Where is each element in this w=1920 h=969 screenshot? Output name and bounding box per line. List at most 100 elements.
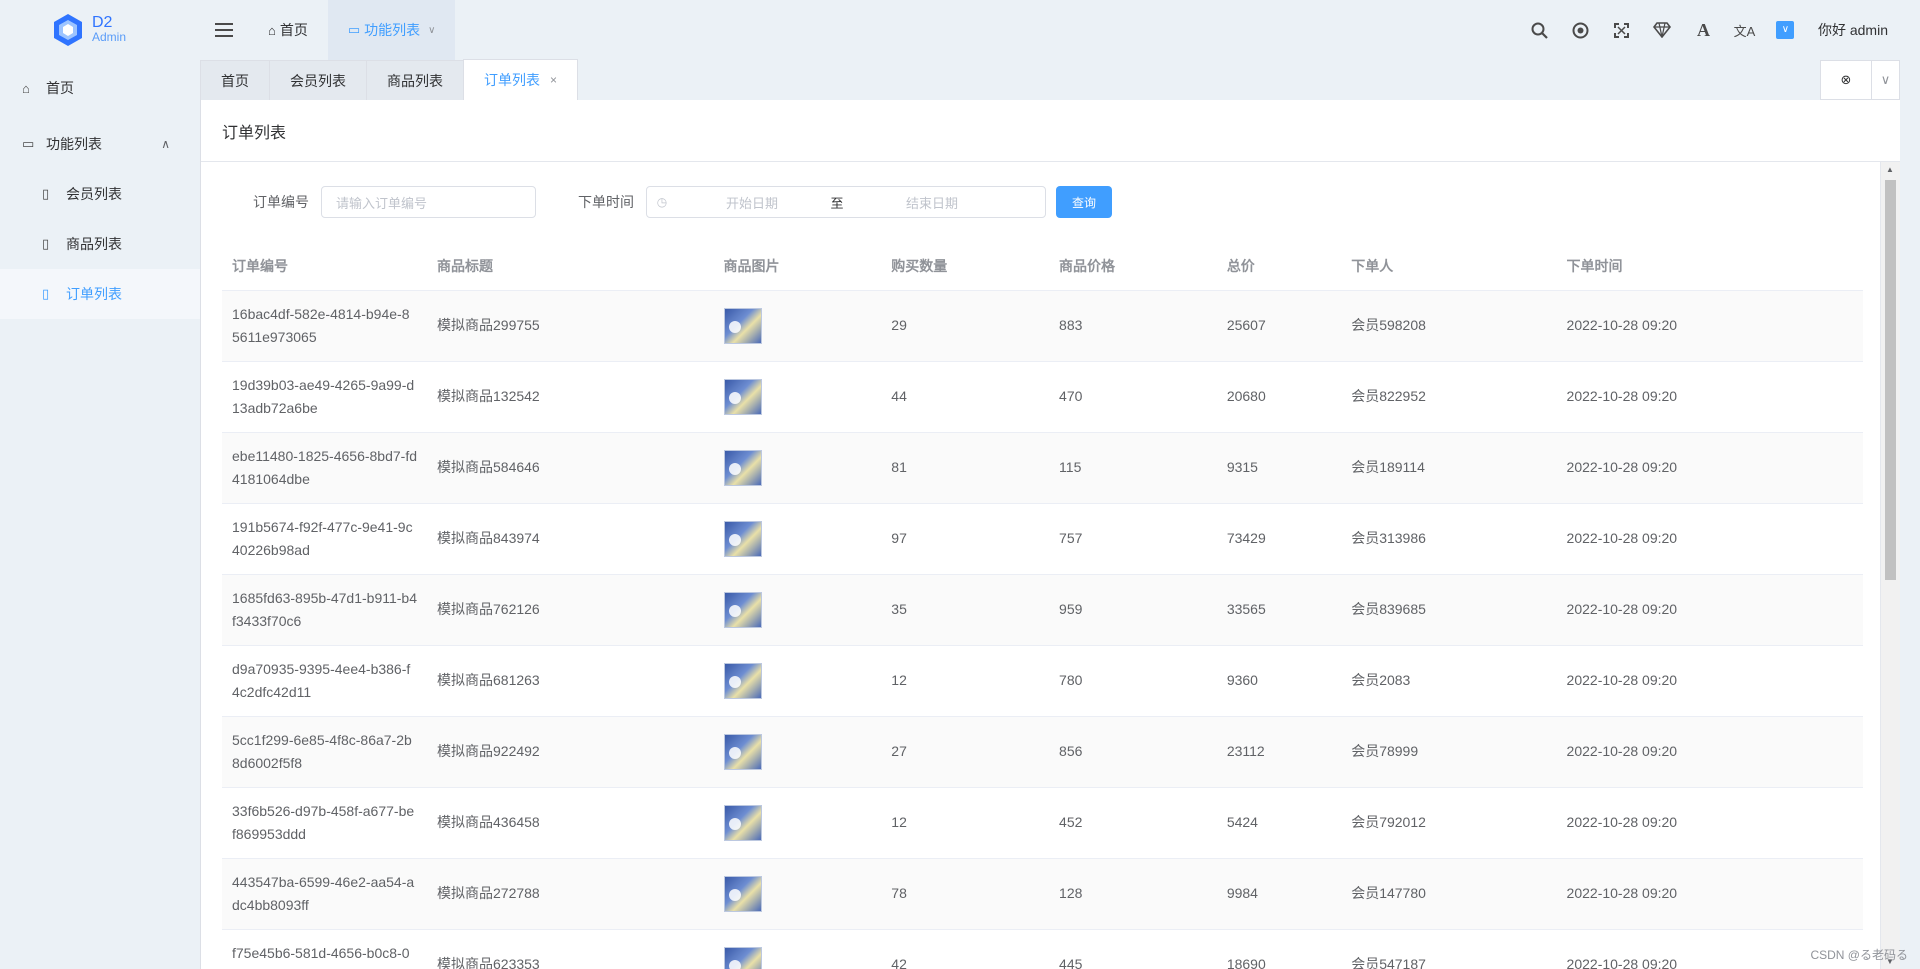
tab-orders[interactable]: 订单列表 × — [463, 59, 579, 100]
start-date-input[interactable]: 开始日期 — [677, 193, 827, 212]
order-id-label: 订单编号 — [253, 194, 309, 210]
cell-price: 883 — [1049, 290, 1217, 362]
cell-product-title: 模拟商品623353 — [427, 929, 714, 969]
product-thumbnail[interactable] — [723, 662, 762, 699]
cell-customer: 会员189114 — [1341, 432, 1557, 504]
end-date-input[interactable]: 结束日期 — [847, 193, 1017, 212]
cell-price: 445 — [1049, 929, 1217, 969]
logo-title: D2 — [92, 14, 113, 31]
close-all-icon[interactable]: ⊗ — [1821, 61, 1871, 99]
cell-product-title: 模拟商品922492 — [427, 716, 714, 788]
col-product-title[interactable]: 商品标题 — [427, 242, 714, 291]
product-thumbnail[interactable] — [723, 307, 762, 344]
col-order-id[interactable]: 订单编号 — [222, 242, 427, 291]
col-price[interactable]: 商品价格 — [1049, 242, 1217, 291]
tab-home[interactable]: 首页 — [200, 60, 270, 100]
date-range-picker[interactable]: ◷ 开始日期 至 结束日期 — [646, 186, 1046, 218]
col-customer[interactable]: 下单人 — [1341, 242, 1557, 291]
color-picker-icon[interactable]: ∨ — [1765, 0, 1806, 60]
topnav-home[interactable]: ⌂ 首页 — [248, 0, 328, 60]
sidebar-item-label: 订单列表 — [66, 286, 122, 302]
table-row[interactable]: f75e45b6-581d-4656-b0c8-0e模拟商品623353 4244… — [222, 929, 1863, 969]
sidebar-item-members[interactable]: ▯ 会员列表 — [0, 169, 200, 219]
cell-customer: 会员313986 — [1341, 503, 1557, 575]
table-row[interactable]: 16bac4df-582e-4814-b94e-85611e973065 模拟商品… — [222, 290, 1863, 362]
sidebar-item-products[interactable]: ▯ 商品列表 — [0, 219, 200, 269]
search-icon[interactable] — [1519, 0, 1560, 60]
product-thumbnail[interactable] — [723, 449, 762, 486]
table-row[interactable]: d9a70935-9395-4ee4-b386-f4c2dfc42d11 模拟商品… — [222, 645, 1863, 717]
fullscreen-icon[interactable] — [1601, 0, 1642, 60]
cell-customer: 会员147780 — [1341, 858, 1557, 930]
cell-customer: 会员822952 — [1341, 361, 1557, 433]
table-row[interactable]: 443547ba-6599-46e2-aa54-adc4bb8093ff 模拟商品… — [222, 858, 1863, 930]
cell-order-id: 1685fd63-895b-47d1-b911-b4f3433f70c6 — [222, 574, 427, 646]
chevron-down-icon: ∨ — [428, 24, 436, 36]
clock-icon: ◷ — [656, 195, 668, 209]
sidebar-item-home[interactable]: ⌂ 首页 — [0, 63, 200, 113]
table-row[interactable]: 5cc1f299-6e85-4f8c-86a7-2b8d6002f5f8 模拟商品… — [222, 716, 1863, 788]
close-icon[interactable]: × — [550, 73, 557, 87]
product-thumbnail[interactable] — [723, 946, 762, 969]
cell-product-title: 模拟商品762126 — [427, 574, 714, 646]
chevron-down-icon[interactable]: ∨ — [1871, 61, 1899, 99]
sidebar-item-label: 会员列表 — [66, 186, 122, 202]
scrollbar[interactable]: ▲ ▼ — [1880, 162, 1900, 969]
cell-product-image — [713, 858, 882, 930]
page-title: 订单列表 — [201, 100, 1900, 162]
document-icon: ▯ — [42, 186, 50, 201]
table-row[interactable]: 1685fd63-895b-47d1-b911-b4f3433f70c6 模拟商品… — [222, 574, 1863, 646]
product-thumbnail[interactable] — [723, 591, 762, 628]
col-order-time[interactable]: 下单时间 — [1556, 242, 1863, 291]
cell-product-image — [713, 929, 882, 969]
product-thumbnail[interactable] — [723, 804, 762, 841]
tab-products[interactable]: 商品列表 — [366, 60, 464, 100]
cell-quantity: 12 — [881, 787, 1050, 859]
cell-product-image — [713, 645, 882, 717]
cell-price: 452 — [1049, 787, 1217, 859]
logo[interactable]: D2 Admin — [0, 0, 200, 60]
menu-toggle-icon[interactable] — [200, 0, 248, 60]
cell-product-image — [713, 787, 882, 859]
sidebar-item-features[interactable]: ▭ 功能列表 ∧ — [0, 119, 200, 169]
user-greeting[interactable]: 你好 admin — [1818, 20, 1888, 40]
product-thumbnail[interactable] — [723, 733, 762, 770]
table-row[interactable]: 191b5674-f92f-477c-9e41-9c40226b98ad 模拟商品… — [222, 503, 1863, 575]
cell-order-id: 5cc1f299-6e85-4f8c-86a7-2b8d6002f5f8 — [222, 716, 427, 788]
order-id-input[interactable]: 请输入订单编号 — [321, 186, 536, 218]
tab-label: 商品列表 — [387, 72, 443, 89]
product-thumbnail[interactable] — [723, 875, 762, 912]
sidebar-item-orders[interactable]: ▯ 订单列表 — [0, 269, 200, 319]
cell-order-id: ebe11480-1825-4656-8bd7-fd4181064dbe — [222, 432, 427, 504]
scrollbar-thumb[interactable] — [1885, 180, 1896, 580]
topnav-home-label: 首页 — [279, 22, 308, 38]
topnav-features[interactable]: ▭ 功能列表 ∨ — [327, 0, 456, 60]
cell-product-image — [713, 716, 882, 788]
table-row[interactable]: 19d39b03-ae49-4265-9a99-d13adb72a6be 模拟商品… — [222, 361, 1863, 433]
folder-icon: ▭ — [22, 136, 35, 151]
cell-order-time: 2022-10-28 09:20 — [1556, 645, 1863, 717]
cell-product-title: 模拟商品681263 — [427, 645, 714, 717]
cell-quantity: 44 — [881, 361, 1050, 433]
translate-icon[interactable]: 文A — [1724, 0, 1765, 60]
query-button[interactable]: 查询 — [1056, 186, 1112, 218]
font-size-icon[interactable]: A — [1683, 0, 1724, 60]
table-row[interactable]: 33f6b526-d97b-458f-a677-bef869953ddd 模拟商品… — [222, 787, 1863, 859]
theme-diamond-icon[interactable] — [1642, 0, 1683, 60]
top-nav: ⌂ 首页 ▭ 功能列表 ∨ — [248, 0, 456, 60]
cell-customer: 会员792012 — [1341, 787, 1557, 859]
cell-order-time: 2022-10-28 09:20 — [1556, 574, 1863, 646]
product-thumbnail[interactable] — [723, 520, 762, 557]
cell-price: 470 — [1049, 361, 1217, 433]
product-thumbnail[interactable] — [723, 378, 762, 415]
cell-quantity: 12 — [881, 645, 1050, 717]
cell-total: 25607 — [1216, 290, 1342, 362]
table-row[interactable]: ebe11480-1825-4656-8bd7-fd4181064dbe 模拟商品… — [222, 432, 1863, 504]
tab-members[interactable]: 会员列表 — [269, 60, 367, 100]
scroll-up-icon[interactable]: ▲ — [1886, 165, 1894, 174]
filter-form: 订单编号 请输入订单编号 下单时间 ◷ 开始日期 至 结束日期 查询 — [201, 162, 1881, 242]
col-product-image[interactable]: 商品图片 — [713, 242, 882, 291]
col-quantity[interactable]: 购买数量 — [881, 242, 1050, 291]
col-total[interactable]: 总价 — [1216, 242, 1342, 291]
record-icon[interactable] — [1560, 0, 1601, 60]
